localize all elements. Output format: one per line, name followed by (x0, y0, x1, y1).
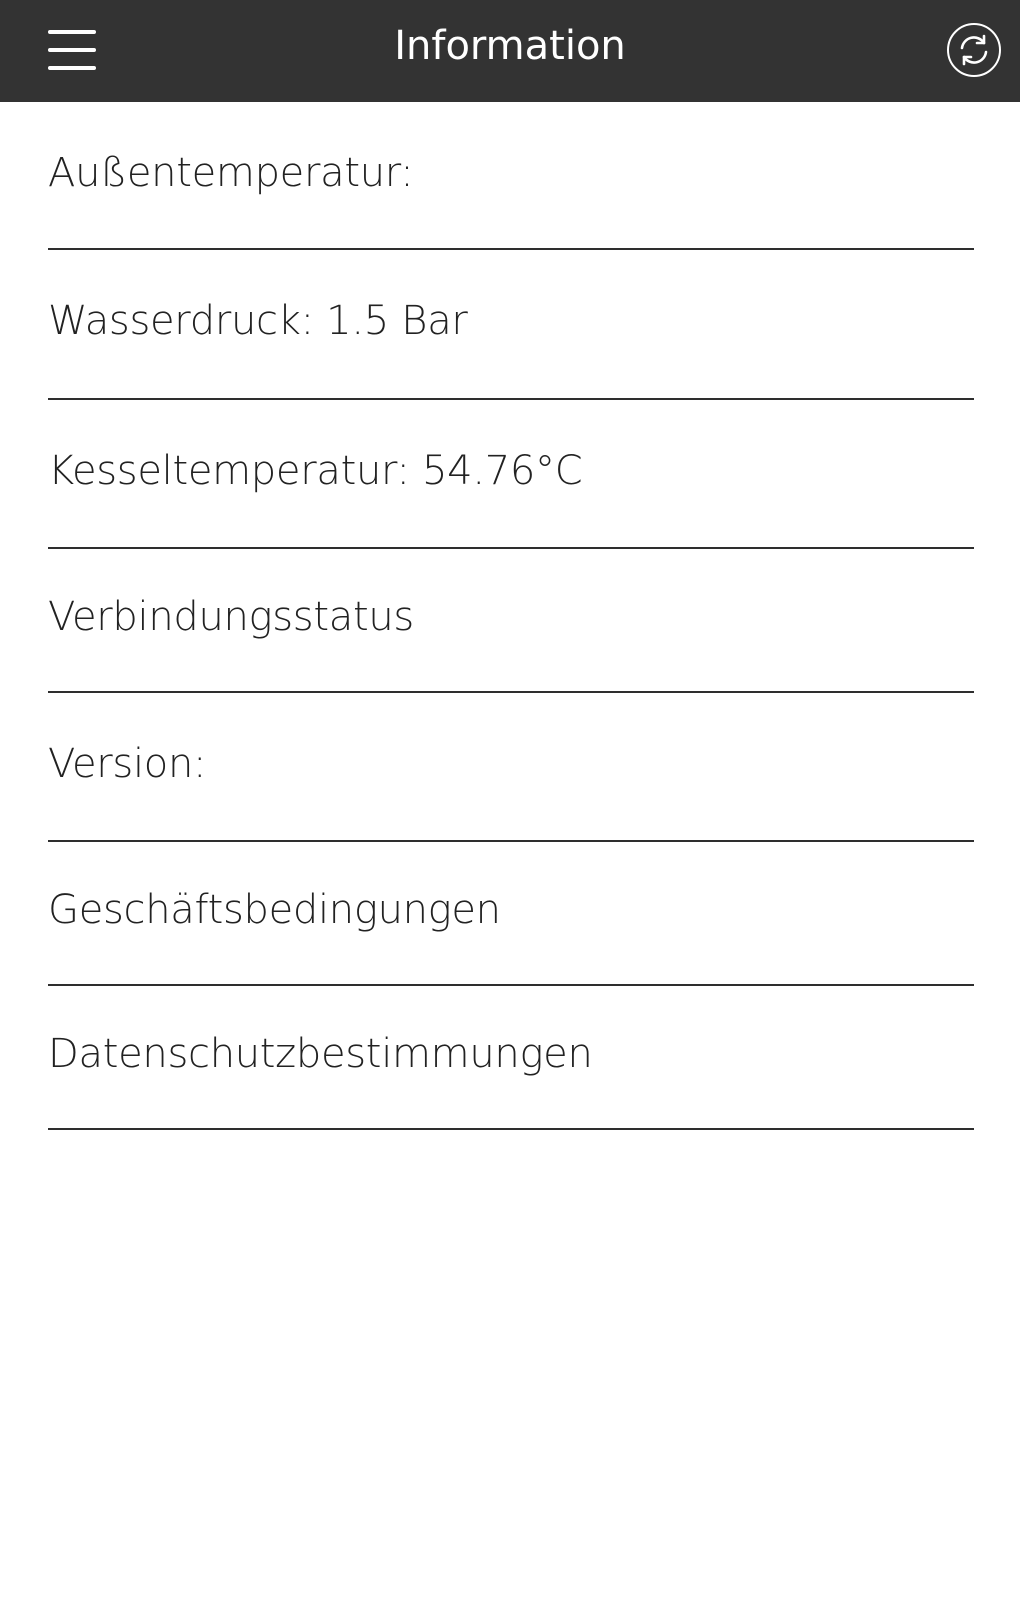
list-item-privacy-policy[interactable]: Datenschutzbestimmungen (48, 986, 974, 1130)
hamburger-menu-icon-bar (48, 48, 96, 52)
list-item-water-pressure: Wasserdruck: 1.5 Bar (48, 250, 974, 400)
list-item-outdoor-temperature: Außentemperatur: (48, 102, 974, 250)
list-item-boiler-temperature: Kesseltemperatur: 54.76°C (48, 400, 974, 549)
refresh-button[interactable] (945, 21, 1003, 79)
hamburger-menu-icon-bar (48, 66, 96, 70)
hamburger-menu-icon (48, 30, 96, 34)
list-item-terms-and-conditions[interactable]: Geschäftsbedingungen (48, 842, 974, 986)
list-item-label: Kesseltemperatur: 54.76°C (48, 448, 583, 494)
list-item-label: Außentemperatur: (48, 150, 414, 196)
list-item-version: Version: (48, 693, 974, 842)
refresh-icon (947, 23, 1001, 77)
list-item-label: Wasserdruck: 1.5 Bar (48, 298, 468, 344)
info-list: Außentemperatur: Wasserdruck: 1.5 Bar Ke… (48, 102, 974, 1130)
list-item-label: Datenschutzbestimmungen (48, 1031, 593, 1077)
app-header: Information (0, 0, 1020, 102)
list-item-label: Verbindungsstatus (48, 594, 414, 640)
menu-button[interactable] (44, 24, 100, 76)
list-item-label: Version: (48, 741, 207, 787)
page-title: Information (394, 23, 626, 69)
list-item-connection-status[interactable]: Verbindungsstatus (48, 549, 974, 693)
list-item-label: Geschäftsbedingungen (48, 887, 501, 933)
